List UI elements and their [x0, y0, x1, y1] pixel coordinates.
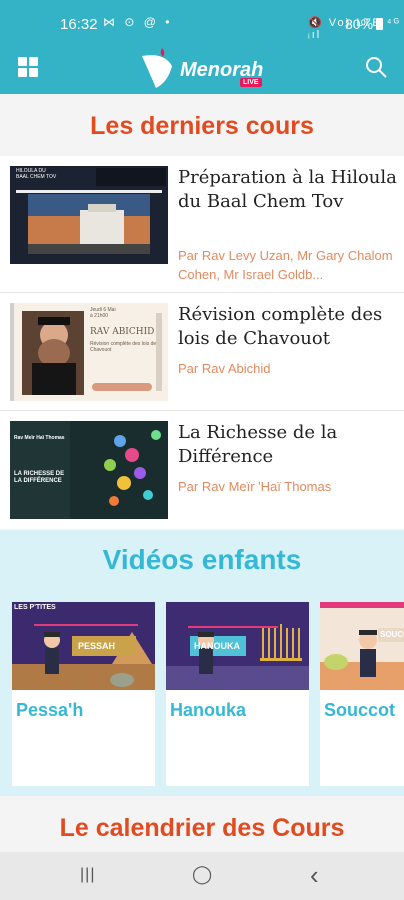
course-item[interactable]: HILOULA DU BAAL CHEM TOV Préparation à l… — [0, 156, 404, 293]
course-thumbnail: HILOULA DU BAAL CHEM TOV — [10, 166, 168, 264]
battery-level: 80% — [345, 16, 374, 32]
thumb-caption: PESSAH — [78, 641, 116, 651]
course-title: La Richesse de la Différence — [178, 422, 338, 467]
course-item[interactable]: Jeudi 6 Mai à 21h00 RAV ABICHID Révision… — [0, 293, 404, 411]
course-title: Préparation à la Hiloula du Baal Chem To… — [178, 167, 397, 212]
kids-video-thumbnail: SOUCC — [320, 602, 404, 690]
recents-icon[interactable]: ||| — [80, 866, 95, 884]
kids-videos-title: Vidéos enfants — [102, 544, 302, 575]
menorah-logo: Menorah LIVE — [138, 48, 268, 92]
course-author: Par Rav Levy Uzan, Mr Gary Chalom Cohen,… — [178, 248, 393, 282]
course-thumbnail: Rav Meïr Haï Thomas LA RICHESSE DE LA DI… — [10, 421, 168, 519]
kids-videos-section: Vidéos enfants LES P'TITES PESSAH Pessa'… — [0, 530, 404, 796]
course-title: Révision complète des lois de Chavouot — [178, 304, 383, 349]
menu-grid-icon[interactable] — [18, 57, 38, 77]
live-badge: LIVE — [240, 78, 262, 87]
latest-courses-title: Les derniers cours — [90, 112, 314, 140]
kids-video-thumbnail: HANOUKA — [166, 602, 309, 690]
kids-video-label: Hanouka — [170, 700, 247, 720]
course-author: Par Rav Abichid — [178, 361, 271, 376]
calendar-title: Le calendrier des Cours — [59, 814, 345, 842]
latest-courses-list: HILOULA DU BAAL CHEM TOV Préparation à l… — [0, 156, 404, 529]
app-bar: Menorah LIVE — [0, 48, 404, 94]
logo-mark-icon — [142, 48, 172, 88]
status-bar: 16:32 ⋈ ⊙ @ • 🔇 Vo) LTE ⁴ᴳ ᵢıl 80% — [0, 0, 404, 48]
home-icon[interactable]: ◯ — [192, 864, 212, 885]
thumb-caption: HILOULA DU BAAL CHEM TOV — [16, 168, 57, 180]
kids-video-card[interactable]: LES P'TITES PESSAH Pessa'h — [12, 602, 155, 786]
kids-video-card[interactable]: SOUCC Souccot — [320, 602, 404, 786]
thumb-caption: SOUCC — [380, 630, 404, 639]
thumb-caption: Rav Meïr Haï Thomas LA RICHESSE DE LA DI… — [14, 435, 65, 484]
thumb-corner-label: LES P'TITES — [14, 604, 56, 611]
notification-icons: ⋈ ⊙ @ • — [103, 15, 173, 29]
kids-video-label: Souccot — [324, 700, 396, 720]
course-thumbnail: Jeudi 6 Mai à 21h00 RAV ABICHID Révision… — [10, 303, 168, 401]
course-item[interactable]: Rav Meïr Haï Thomas LA RICHESSE DE LA DI… — [0, 411, 404, 529]
thumb-caption: Jeudi 6 Mai à 21h00 RAV ABICHID Révision… — [90, 307, 157, 353]
kids-video-thumbnail: LES P'TITES PESSAH — [12, 602, 155, 690]
course-author: Par Rav Meïr 'Haï Thomas — [178, 479, 332, 494]
battery-icon — [376, 18, 383, 30]
thumb-caption: HANOUKA — [194, 641, 240, 651]
status-time: 16:32 — [60, 16, 98, 33]
kids-video-label: Pessa'h — [16, 700, 84, 720]
kids-video-card[interactable]: HANOUKA Hanouka — [166, 602, 309, 786]
back-icon[interactable]: ‹ — [310, 860, 319, 891]
search-icon[interactable] — [364, 55, 388, 79]
navigation-bar: ||| ◯ ‹ — [0, 852, 404, 900]
